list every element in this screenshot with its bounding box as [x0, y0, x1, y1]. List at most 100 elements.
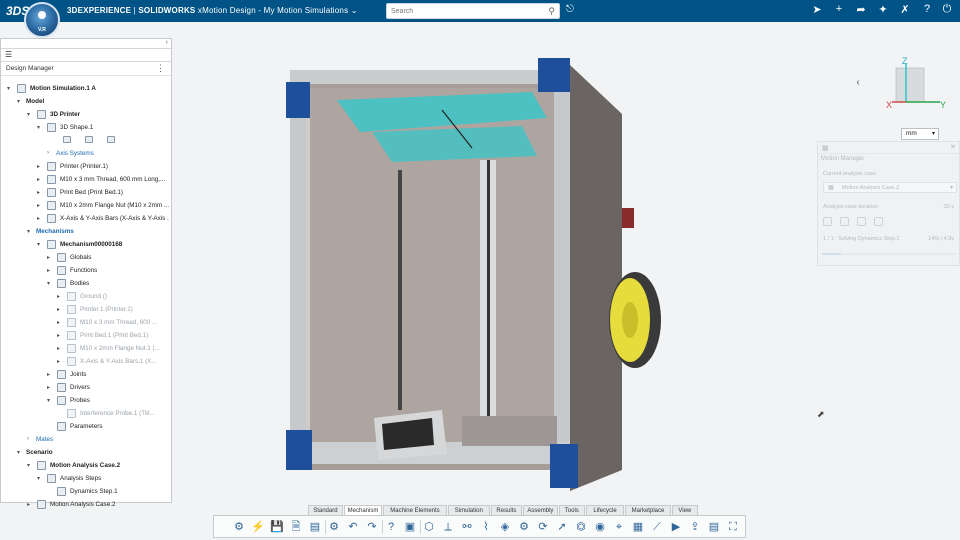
expand-toggle-icon[interactable]: ▸: [47, 267, 50, 274]
3d-viewport[interactable]: [172, 22, 960, 512]
expand-toggle-icon[interactable]: ▾: [47, 280, 50, 287]
expand-toggle-icon[interactable]: ▸: [57, 306, 60, 313]
motor-icon[interactable]: ⏣: [574, 520, 588, 534]
animate-icon[interactable]: ▶: [669, 520, 683, 534]
expand-toggle-icon[interactable]: ▾: [27, 111, 30, 118]
settings-icon[interactable]: ⚙: [327, 520, 341, 534]
search-box[interactable]: ⚲: [386, 3, 560, 19]
tree-item[interactable]: ▾ Model: [1, 96, 171, 109]
tree-item[interactable]: ▸ M10 x 3 mm Thread, 600 mm Long,...: [1, 174, 171, 187]
driver-icon[interactable]: ⟳: [536, 520, 550, 534]
expand-toggle-icon[interactable]: ▸: [37, 176, 40, 183]
tree-item[interactable]: ▸ Drivers: [1, 382, 171, 395]
expand-toggle-icon[interactable]: ▸: [57, 345, 60, 352]
tree-item[interactable]: ▾ 3D Printer: [1, 109, 171, 122]
joint-icon[interactable]: ⚯: [460, 520, 474, 534]
spring-icon[interactable]: ⌇: [479, 520, 493, 534]
expand-toggle-icon[interactable]: ▾: [47, 397, 50, 404]
unit-select[interactable]: mm ▾: [901, 128, 939, 140]
save-icon[interactable]: 💾: [270, 520, 284, 534]
tree-item[interactable]: ▸ M10 x 2mm Flange Nut.1 (...: [1, 343, 171, 356]
expand-toggle-icon[interactable]: ▸: [27, 501, 30, 508]
expand-toggle-icon[interactable]: ▸: [57, 332, 60, 339]
network-icon[interactable]: ✦: [876, 3, 890, 16]
expand-toggle-icon[interactable]: ▾: [27, 462, 30, 469]
tree-item[interactable]: ▸ M10 x 3 mm Thread, 600 ...: [1, 317, 171, 330]
gear-icon[interactable]: ⚙: [517, 520, 531, 534]
tree-item[interactable]: ▸ X-Axis & Y-Axis Bars.1 (X...: [1, 356, 171, 369]
expand-toggle-icon[interactable]: ▾: [17, 98, 20, 105]
current-case-select[interactable]: ▦ Motion Analysis Case.2 ▾: [823, 182, 957, 193]
run-simulation-icon[interactable]: ⚙: [232, 520, 246, 534]
app-title[interactable]: 3DEXPERIENCE | SOLIDWORKS xMotion Design…: [67, 6, 358, 15]
redo-icon[interactable]: ↷: [365, 520, 379, 534]
expand-toggle-icon[interactable]: ▾: [17, 449, 20, 456]
pause-icon[interactable]: [823, 217, 832, 226]
tree-item[interactable]: › Mates: [1, 434, 171, 447]
plot-icon[interactable]: ⟋: [650, 520, 664, 534]
undo-icon[interactable]: ↶: [346, 520, 360, 534]
search-icon[interactable]: ⚲: [548, 6, 555, 17]
expand-toggle-icon[interactable]: ▾: [37, 241, 40, 248]
tree-item[interactable]: ▾ Scenario: [1, 447, 171, 460]
expand-toggle-icon[interactable]: ▸: [47, 254, 50, 261]
tree-item[interactable]: ▸ Printer (Printer.1): [1, 161, 171, 174]
sensor-icon[interactable]: ◉: [593, 520, 607, 534]
search-input[interactable]: [391, 6, 541, 17]
expand-toggle-icon[interactable]: ▸: [57, 293, 60, 300]
tab-lifecycle[interactable]: Lifecycle: [585, 505, 625, 515]
probe-icon[interactable]: ⌖: [612, 520, 626, 534]
share-icon[interactable]: ➤: [810, 3, 824, 16]
printer-model[interactable]: [282, 40, 752, 500]
tab-simulation[interactable]: Simulation: [447, 505, 490, 515]
fast-run-icon[interactable]: ⚡: [251, 520, 265, 534]
tree-item[interactable]: ▸ Globals: [1, 252, 171, 265]
view-axes[interactable]: Z X Y: [884, 54, 950, 110]
shape-filter-icon[interactable]: [107, 136, 115, 143]
axis-icon[interactable]: ⟂: [441, 520, 455, 534]
tree-item[interactable]: Interference Probe.1 (Tilt...: [1, 408, 171, 421]
tree-item[interactable]: ▾ Motion Simulation.1 A: [1, 83, 171, 96]
tree-item[interactable]: ▾ Probes: [1, 395, 171, 408]
tree-item[interactable]: ▸ Ground (): [1, 291, 171, 304]
expand-toggle-icon[interactable]: ▸: [57, 358, 60, 365]
tree-item[interactable]: ▸ Functions: [1, 265, 171, 278]
help-icon[interactable]: ?: [384, 520, 398, 534]
expand-toggle-icon[interactable]: ▾: [37, 475, 40, 482]
view-icon[interactable]: ▣: [403, 520, 417, 534]
back-chevron-icon[interactable]: ‹: [849, 74, 867, 92]
expand-toggle-icon[interactable]: ▸: [57, 319, 60, 326]
tab-machine-elements[interactable]: Machine Elements: [383, 505, 447, 515]
rerun-icon[interactable]: [857, 217, 866, 226]
forward-icon[interactable]: ➦: [854, 3, 868, 16]
expand-toggle-icon[interactable]: ▸: [37, 163, 40, 170]
properties-icon[interactable]: ▤: [308, 520, 322, 534]
tree-item[interactable]: [1, 135, 171, 148]
close-icon[interactable]: ✕: [950, 143, 956, 151]
shape-filter-icon[interactable]: [63, 136, 71, 143]
tree-item[interactable]: ▸ Joints: [1, 369, 171, 382]
tree-item[interactable]: Parameters: [1, 421, 171, 434]
tab-view[interactable]: View: [671, 505, 698, 515]
expand-toggle-icon[interactable]: ▸: [37, 189, 40, 196]
shape-filter-icon[interactable]: [85, 136, 93, 143]
tree-view-icon[interactable]: ☰: [5, 50, 12, 59]
force-icon[interactable]: ➚: [555, 520, 569, 534]
tree-item[interactable]: ▾ Bodies: [1, 278, 171, 291]
tab-marketplace[interactable]: Marketplace: [625, 505, 671, 515]
tree-item[interactable]: ▸ Print Bed.1 (Print Bed.1): [1, 330, 171, 343]
tree-item[interactable]: ▸ M10 x 2mm Flange Nut (M10 x 2mm ...: [1, 200, 171, 213]
view-cube[interactable]: [895, 67, 925, 103]
play-icon[interactable]: [840, 217, 849, 226]
tab-assembly[interactable]: Assembly: [523, 505, 558, 515]
expand-toggle-icon[interactable]: ›: [27, 436, 29, 442]
workspace-chevron-icon[interactable]: ⌄: [351, 6, 358, 15]
tab-mechanism[interactable]: Mechanism: [343, 505, 383, 515]
add-icon[interactable]: +: [832, 3, 846, 15]
collapse-panel-icon[interactable]: ‹: [166, 39, 168, 46]
expand-toggle-icon[interactable]: ▾: [37, 124, 40, 131]
settings-icon[interactable]: [874, 217, 883, 226]
save-as-icon[interactable]: 🗎: [289, 520, 303, 534]
panel-menu-icon[interactable]: ⋮: [156, 63, 165, 74]
expand-toggle-icon[interactable]: ›: [47, 150, 49, 156]
